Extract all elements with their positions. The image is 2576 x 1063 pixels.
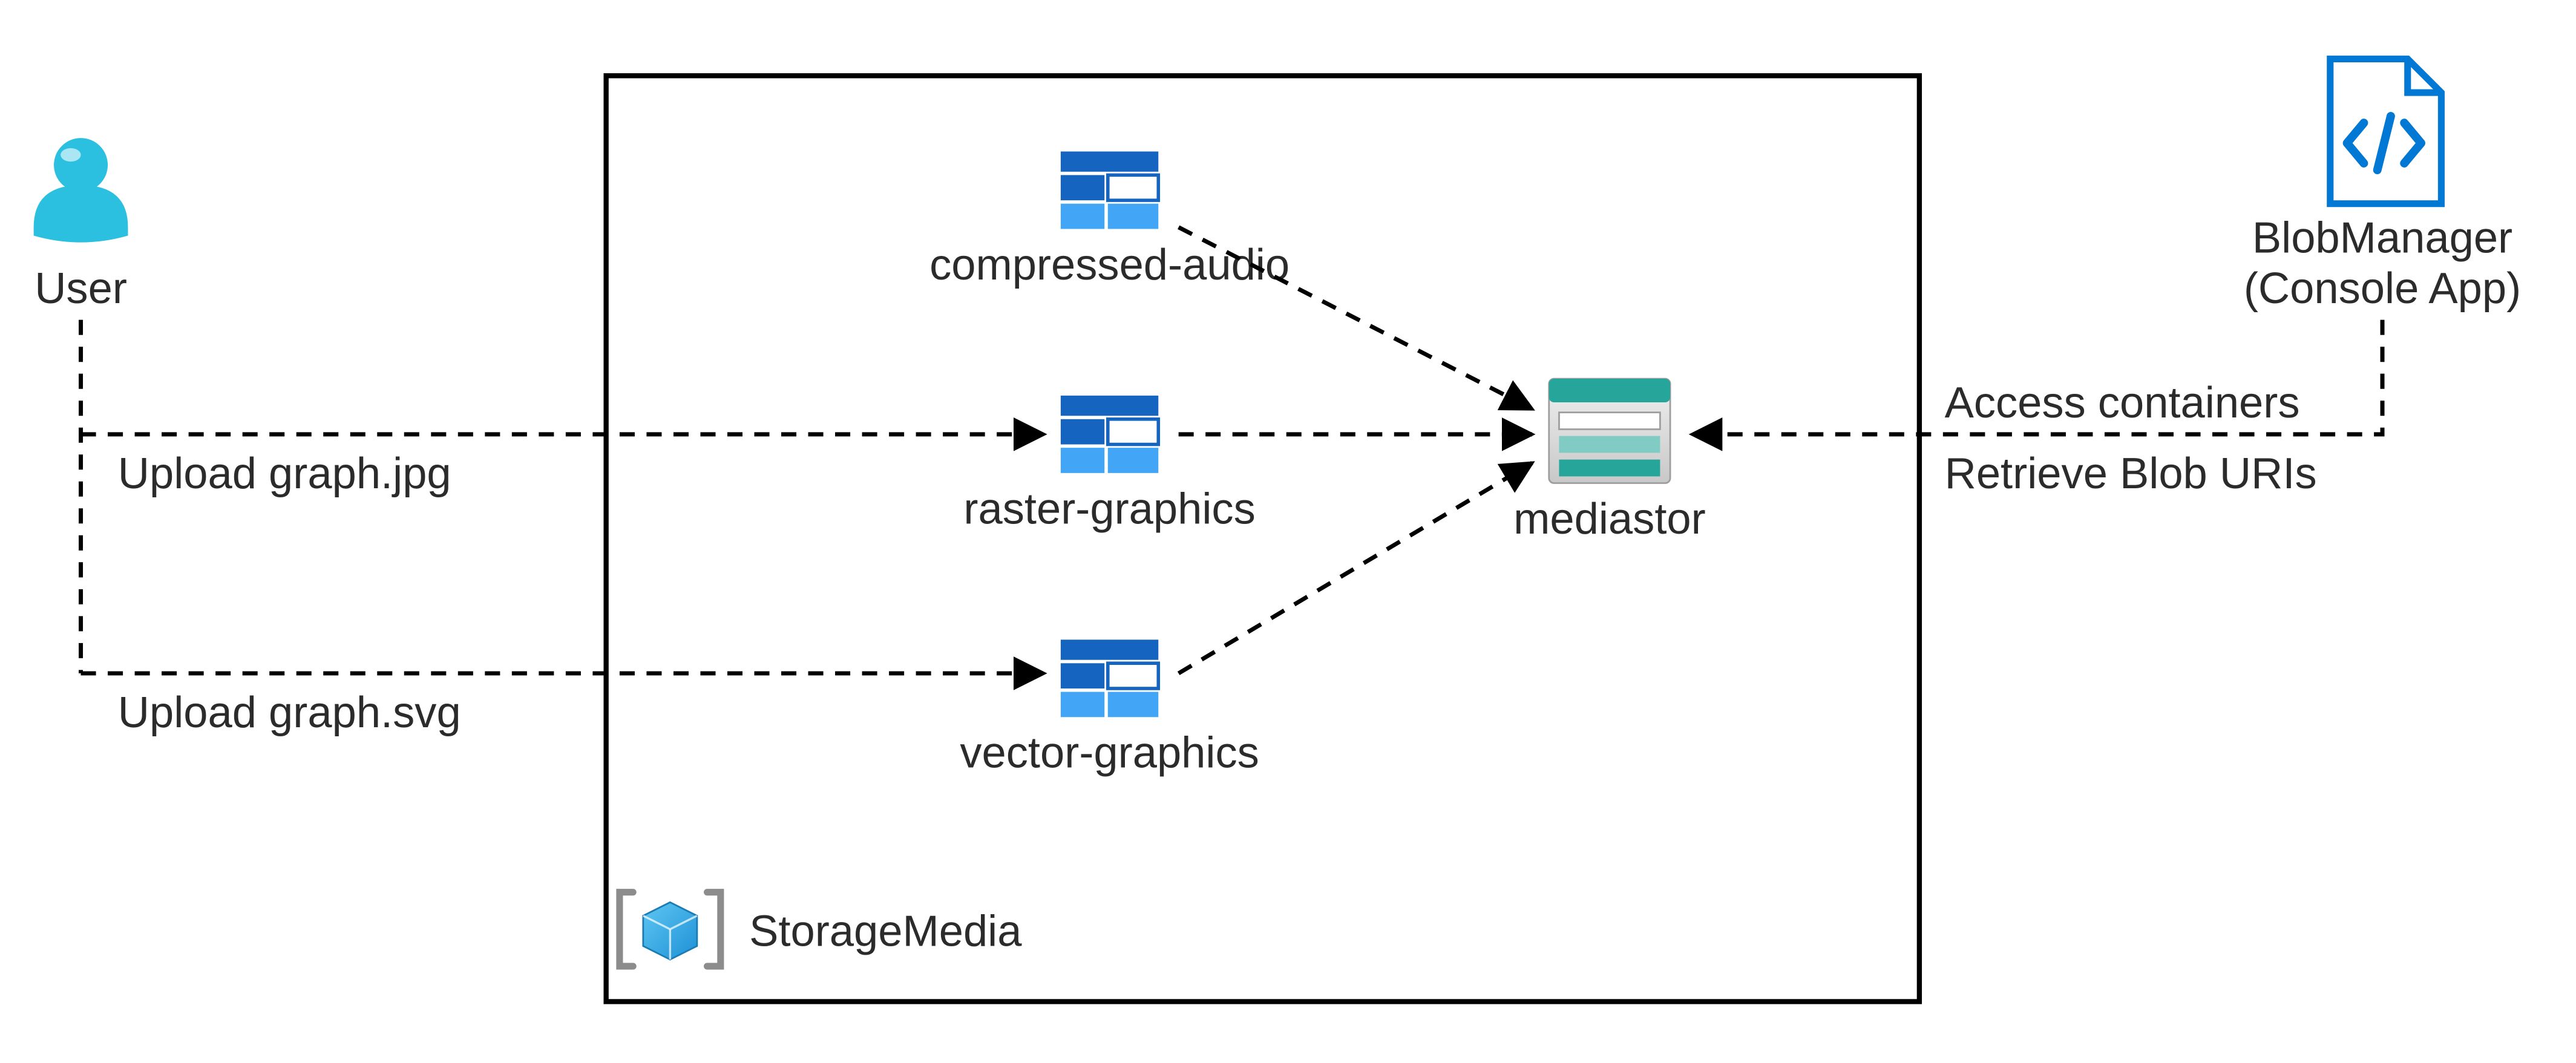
resource-group-label: StorageMedia xyxy=(749,908,1022,956)
code-file-icon xyxy=(2330,59,2442,203)
storage-account-label: mediastor xyxy=(1513,495,1706,543)
edge-upload-svg-label: Upload graph.svg xyxy=(118,688,461,737)
edge-blobmanager-to-mediastor: Access containers Retrieve Blob URIs xyxy=(1692,320,2382,498)
container-icon xyxy=(1061,396,1158,473)
resource-group-icon xyxy=(620,892,721,966)
edge-upload-jpg: Upload graph.jpg xyxy=(81,434,1044,498)
container-icon xyxy=(1061,151,1158,229)
container-icon xyxy=(1061,639,1158,717)
user-label: User xyxy=(34,264,127,313)
storage-account-mediastor: mediastor xyxy=(1513,379,1706,543)
blobmanager-label-line1: BlobManager xyxy=(2252,214,2512,262)
container-raster-graphics-label: raster-graphics xyxy=(963,485,1255,533)
edge-retrieve-blob-uris-label: Retrieve Blob URIs xyxy=(1945,450,2317,498)
resource-group-box: StorageMedia xyxy=(606,76,1919,1001)
container-compressed-audio-label: compressed-audio xyxy=(929,241,1290,289)
edge-upload-svg: Upload graph.svg xyxy=(81,673,1044,737)
container-vector-graphics: vector-graphics xyxy=(960,639,1259,777)
container-vector-graphics-label: vector-graphics xyxy=(960,729,1259,777)
user-actor: User xyxy=(34,138,128,313)
edge-upload-jpg-label: Upload graph.jpg xyxy=(118,450,451,498)
blobmanager-actor: BlobManager (Console App) xyxy=(2244,59,2521,312)
edge-access-containers-label: Access containers xyxy=(1945,379,2300,427)
container-raster-graphics: raster-graphics xyxy=(963,396,1255,533)
storage-account-icon xyxy=(1549,379,1670,483)
blobmanager-label-line2: (Console App) xyxy=(2244,264,2521,313)
user-icon xyxy=(34,138,128,243)
edge-compressed-audio-to-mediastor xyxy=(1179,227,1532,409)
container-compressed-audio: compressed-audio xyxy=(929,151,1290,289)
architecture-diagram: User BlobManager (Console App) StorageMe… xyxy=(0,0,2576,1061)
